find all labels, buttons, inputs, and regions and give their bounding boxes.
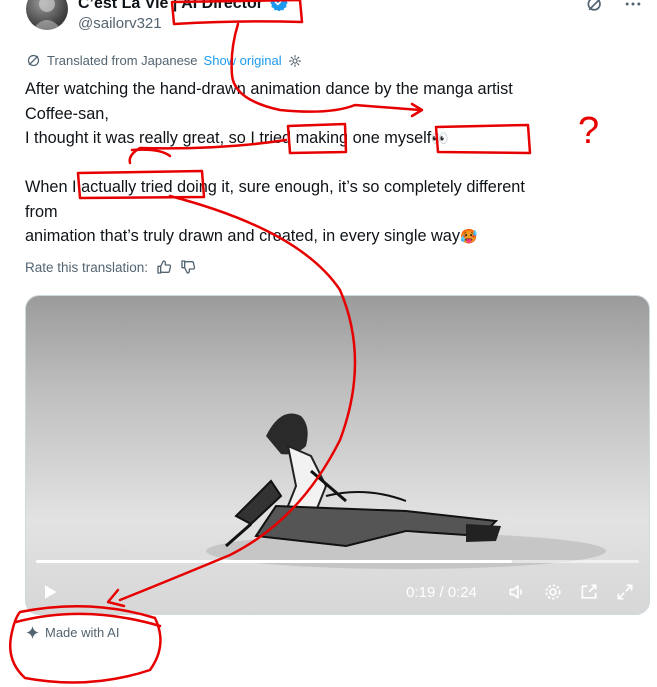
post-text: After watching the hand-drawn animation … [25, 77, 630, 249]
post-line: animation that’s truly drawn and created… [25, 224, 630, 249]
sparkle-icon [26, 626, 39, 639]
author-name-text: C’est La Vie | AI Director [78, 0, 263, 12]
post-line: Coffee-san, [25, 104, 109, 123]
gear-icon[interactable] [543, 582, 563, 602]
video-controls: 0:19 / 0:24 [26, 570, 649, 614]
show-original-link[interactable]: Show original [204, 53, 282, 68]
post-line-text: I thought it was really great, so I trie… [25, 129, 432, 147]
rate-translation: Rate this translation: [25, 259, 196, 275]
rate-translation-label: Rate this translation: [25, 259, 149, 275]
thumbs-down-icon[interactable] [180, 259, 196, 275]
author-display-name[interactable]: C’est La Vie | AI Director [78, 0, 289, 13]
video-progress-bar[interactable] [36, 560, 639, 563]
more-icon[interactable] [623, 0, 643, 14]
thumbs-up-icon[interactable] [156, 259, 172, 275]
made-with-ai-text: Made with AI [45, 625, 120, 640]
video-player[interactable]: 0:19 / 0:24 [25, 295, 650, 615]
volume-icon[interactable] [507, 582, 527, 602]
made-with-ai-label[interactable]: Made with AI [25, 625, 119, 640]
post-card: C’est La Vie | AI Director @sailorv321 T… [0, 0, 657, 687]
annotation-circle-ai [8, 604, 162, 684]
translation-notice: Translated from Japanese Show original [26, 53, 302, 68]
gear-icon[interactable] [288, 54, 302, 68]
post-line-text: animation that’s truly drawn and created… [25, 227, 460, 245]
translate-icon [27, 54, 40, 67]
author-handle[interactable]: @sailorv321 [78, 15, 162, 32]
verified-badge-icon [270, 0, 289, 11]
pip-icon[interactable] [579, 582, 599, 602]
video-progress-fill [36, 560, 513, 563]
post-line: I thought it was really great, so I trie… [25, 126, 630, 151]
video-frame [206, 413, 606, 569]
fullscreen-icon[interactable] [615, 582, 635, 602]
grok-icon[interactable] [585, 0, 605, 14]
avatar[interactable] [26, 0, 68, 30]
hot-face-emoji: 🥵 [460, 228, 478, 244]
translated-from-text: Translated from Japanese [47, 53, 198, 68]
video-time: 0:19 / 0:24 [406, 583, 477, 601]
post-line: from [25, 202, 58, 221]
post-line: When I actually tried doing it, sure eno… [25, 178, 525, 196]
play-icon[interactable] [40, 582, 60, 602]
eyes-emoji: 👀 [431, 130, 449, 146]
post-line: After watching the hand-drawn animation … [25, 80, 513, 98]
